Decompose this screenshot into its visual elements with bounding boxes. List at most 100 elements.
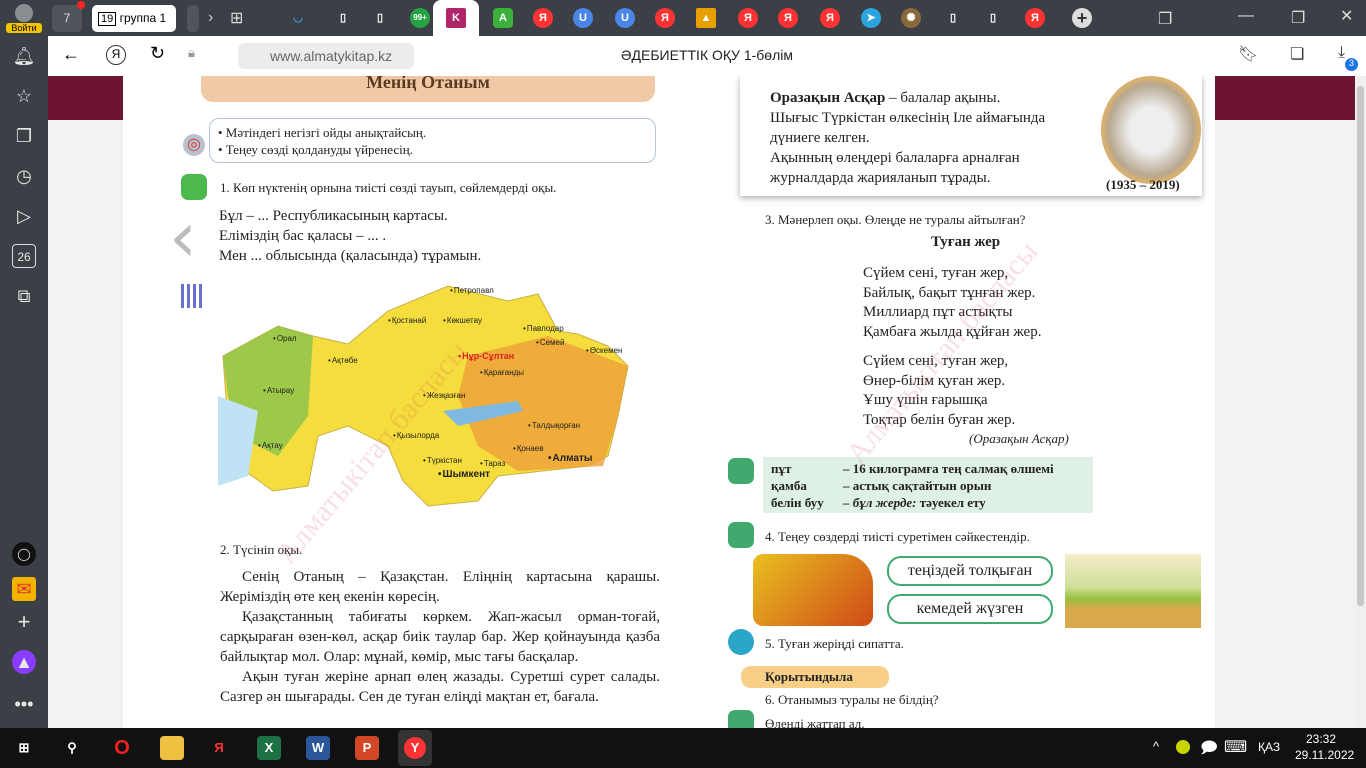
page-title: ӘДЕБИЕТТІК ОҚУ 1-бөлім [621, 47, 793, 63]
notification-icon[interactable]: 🗩︎ [1200, 737, 1218, 764]
tab-favicon-whatsapp[interactable]: 99+ [410, 8, 430, 28]
tab-favicon-doc[interactable]: ▯ [983, 8, 1003, 28]
tab-favicon-yandex[interactable]: Я [738, 8, 758, 28]
tab-favicon-telegram[interactable]: ➤ [861, 8, 881, 28]
poem-author: (Оразақын Асқар) [969, 431, 1069, 446]
mail-icon[interactable]: ✉ [12, 577, 36, 601]
task-6: 6. Отанымыз туралы не білдің? [765, 692, 939, 707]
new-group-icon[interactable]: ⊞ [230, 8, 243, 28]
tab-favicon-yandex[interactable]: Я [533, 8, 553, 28]
tab-favicon-site[interactable]: ✺ [901, 8, 921, 28]
excel-icon[interactable]: X [257, 736, 281, 760]
simile-card[interactable]: кемедей жүзген [887, 594, 1053, 624]
tab-favicon-doc[interactable]: ▯ [943, 8, 963, 28]
alice-icon[interactable]: ◯ [12, 542, 36, 566]
tab-favicon-a[interactable]: A [493, 8, 513, 28]
yandex-browser-active[interactable]: Y [398, 730, 432, 766]
home-task-icon [728, 710, 754, 728]
author-years: (1935 – 2019) [1106, 177, 1180, 192]
prev-page-arrow[interactable]: ‹ [169, 196, 197, 278]
tab-favicon-image[interactable]: ▲ [696, 8, 716, 28]
tab-favicon-u[interactable]: U [615, 8, 635, 28]
book-spread: Менің Отаным ◎ • Мәтіндегі негізгі ойды … [123, 76, 1215, 728]
map-city: Семей [536, 338, 565, 347]
powerpoint-icon[interactable]: P [355, 736, 379, 760]
tab-favicon-yandex[interactable]: Я [778, 8, 798, 28]
tray-app-icon[interactable] [1176, 740, 1190, 754]
collections-icon[interactable]: ❐ [12, 124, 36, 148]
map-city: Павлодар [523, 324, 564, 333]
file-explorer-icon[interactable] [160, 736, 184, 760]
tab-favicon-book: K [446, 8, 466, 28]
wheat-field-image [1065, 554, 1201, 628]
star-icon[interactable]: ☆ [12, 84, 36, 108]
tab-favicon-yandex[interactable]: Я [655, 8, 675, 28]
map-city: Алматы [548, 453, 593, 464]
close-window-button[interactable]: ✕ [1340, 6, 1353, 26]
tab-favicon-site[interactable]: ◡ [288, 8, 308, 28]
address-bar: ← Я ↻ 🔒︎ www.almatykitap.kz ӘДЕБИЕТТІК О… [48, 36, 1366, 76]
combine-harvester-image [753, 554, 873, 626]
summary-label: Қорытындыла [741, 666, 889, 688]
tab-group-home[interactable]: 7 [52, 1, 85, 32]
screenshot-icon[interactable]: ⧉ [12, 284, 36, 308]
page-scrollbar[interactable] [1355, 76, 1366, 728]
map-city: Түркістан [423, 456, 462, 465]
minimize-button[interactable]: — [1238, 7, 1254, 25]
avatar [15, 4, 33, 22]
bookmark-icon[interactable]: 🔖︎ [1238, 44, 1258, 64]
task-7: Өлеңді жаттап ал. [765, 716, 865, 728]
tabs-list-icon[interactable]: ❐ [1158, 9, 1172, 29]
map-city: Шымкент [438, 469, 491, 480]
map-city: Қарағанды [480, 368, 524, 377]
opera-icon[interactable]: O [110, 736, 134, 760]
tray-chevron-icon[interactable]: ^ [1153, 739, 1159, 754]
calendar-icon[interactable]: 26 [12, 244, 36, 268]
task-3: 3. Мәнерлеп оқы. Өлеңде не туралы айтылғ… [765, 212, 1026, 227]
tab-favicon-yandex[interactable]: Я [1025, 8, 1045, 28]
voice-assistant-icon[interactable]: ▲ [12, 650, 36, 674]
qr-code-icon [181, 284, 205, 308]
yandex-icon[interactable]: Я [207, 736, 231, 760]
active-tab[interactable]: K [433, 0, 479, 36]
keyboard-icon[interactable]: ⌨ [1224, 737, 1247, 757]
more-icon[interactable]: ••• [12, 692, 36, 716]
scrollbar-thumb[interactable] [1357, 86, 1364, 606]
simile-card[interactable]: теңіздей толқыған [887, 556, 1053, 586]
clock[interactable]: 23:32 29.11.2022 [1295, 731, 1354, 763]
tab-bar: 7 19 группа 1 › ⊞ ◡ ▯ ▯ 99+ K A Я U U Я … [48, 0, 1366, 36]
browser-sidebar: Войти 🔔︎ ☆ ❐ ◷ ▷ 26 ⧉ ◯ ✉ + ▲ ••• [0, 0, 48, 728]
tab-group-collapsed[interactable] [187, 5, 199, 32]
tab-favicon-u[interactable]: U [573, 8, 593, 28]
word-icon[interactable]: W [306, 736, 330, 760]
search-icon[interactable]: ⚲ [60, 736, 84, 760]
web-content: Менің Отаным ◎ • Мәтіндегі негізгі ойды … [48, 76, 1355, 728]
map-city: Өскемен [586, 346, 623, 355]
map-city: Петропавл [450, 286, 494, 295]
glossary-box: пұт – 16 килограмға тең салмақ өлшемі қам… [763, 457, 1093, 513]
author-portrait [1101, 76, 1201, 184]
add-icon[interactable]: + [12, 610, 36, 634]
login-button[interactable]: Войти [6, 4, 42, 34]
new-tab-button[interactable]: + [1072, 8, 1092, 28]
chevron-right-icon[interactable]: › [208, 9, 213, 27]
reading-mode-icon[interactable]: ❏ [1290, 44, 1304, 64]
language-indicator[interactable]: ҚАЗ [1258, 740, 1280, 754]
history-icon[interactable]: ◷ [12, 164, 36, 188]
restore-button[interactable]: ❐ [1291, 8, 1305, 28]
reading-text: Сенің Отаның – Қазақстан. Еліңнің картас… [220, 569, 660, 705]
tab-favicon-doc[interactable]: ▯ [333, 8, 353, 28]
task-4: 4. Теңеу сөздерді тиісті суретімен сәйке… [765, 529, 1030, 544]
play-icon[interactable]: ▷ [12, 204, 36, 228]
start-button[interactable]: ⊞ [12, 736, 36, 760]
lesson-title: Менің Отаным [201, 76, 655, 102]
map-city: Ақтау [258, 441, 283, 450]
tab-group-1[interactable]: 19 группа 1 [92, 5, 176, 32]
notification-dot [77, 1, 85, 9]
tab-favicon-yandex[interactable]: Я [820, 8, 840, 28]
tab-favicon-doc[interactable]: ▯ [370, 8, 390, 28]
bell-icon[interactable]: 🔔︎ [12, 44, 36, 68]
download-icon[interactable]: ⤓ [1338, 44, 1345, 62]
map-city: Ақтөбе [328, 356, 358, 365]
map-city: Орал [273, 334, 297, 343]
